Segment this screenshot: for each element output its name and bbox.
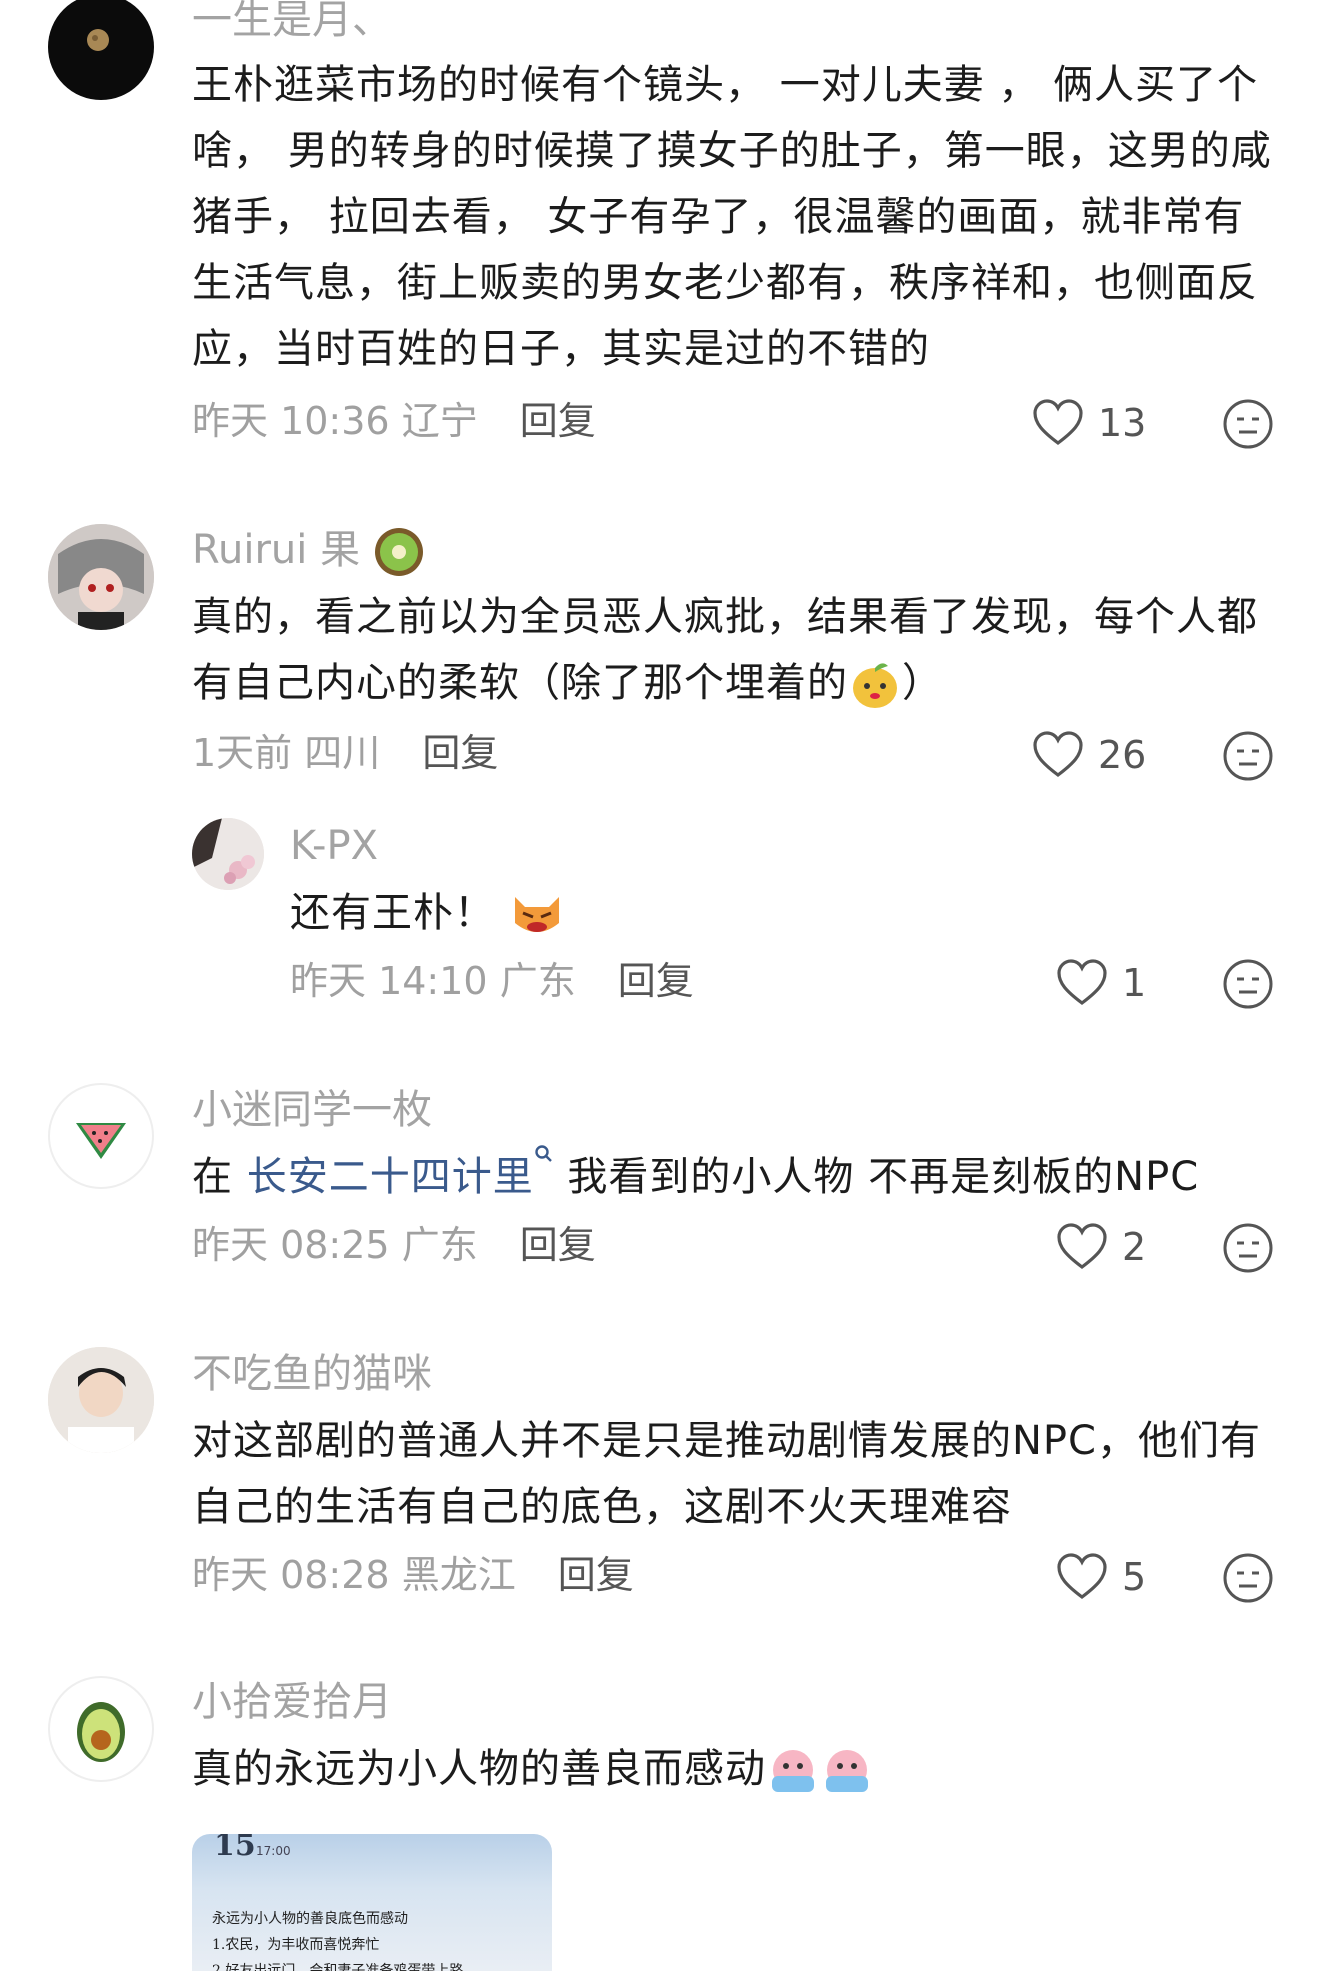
reply-button[interactable]: 回复 — [618, 959, 694, 1003]
comment-location: 辽宁 — [401, 399, 478, 443]
kiwi-icon — [374, 528, 423, 576]
like-button[interactable]: 2 — [1056, 1222, 1146, 1272]
image-time: 17:00 — [256, 1844, 291, 1858]
image-date: 15 — [214, 1834, 256, 1863]
comment-text: 在 长安二十四计里 我看到的小人物 不再是刻板的NPC — [192, 1144, 1292, 1210]
like-button[interactable]: 26 — [1032, 730, 1146, 780]
search-link[interactable]: 长安二十四计里 — [247, 1145, 554, 1200]
heart-icon — [1057, 959, 1107, 1006]
like-count: 1 — [1122, 961, 1147, 1005]
heart-icon — [1033, 731, 1083, 778]
username[interactable]: K-PX — [290, 820, 378, 872]
comment-location: 广东 — [499, 959, 576, 1003]
comment-location: 黑龙江 — [401, 1553, 516, 1597]
avatar[interactable] — [192, 818, 264, 890]
reply-button[interactable]: 回复 — [520, 1223, 596, 1267]
comment-time: 昨天 08:28 — [192, 1553, 390, 1597]
username[interactable]: 小拾爱拾月 — [192, 1676, 392, 1728]
username[interactable]: Ruirui 果 — [192, 524, 425, 578]
like-count: 13 — [1098, 401, 1147, 445]
comment-text: 王朴逛菜市场的时候有个镜头， 一对儿夫妻 ， 俩人买了个啥， 男的转身的时候摸了… — [192, 62, 1272, 372]
comment-meta: 昨天 14:10 广东 回复 — [290, 956, 694, 1006]
heart-icon — [1057, 1223, 1107, 1270]
image-text-line: 2.好友出远门，会和妻子准备鸡蛋带上路 — [212, 1963, 464, 1971]
peach-face-icon — [853, 663, 897, 708]
crying-pig-icon — [826, 1750, 868, 1792]
like-count: 26 — [1098, 733, 1147, 777]
avatar[interactable] — [48, 1083, 154, 1189]
reply-button[interactable]: 回复 — [558, 1553, 634, 1597]
comment-location: 四川 — [304, 731, 381, 775]
dislike-face-icon[interactable] — [1222, 1552, 1274, 1604]
comment-image[interactable]: 15 17:00 永远为小人物的善良底色而感动 1.农民，为丰收而喜悦奔忙 2.… — [192, 1834, 552, 1971]
comment-location: 广东 — [401, 1223, 478, 1267]
comment-text: 还有王朴！ — [290, 880, 1190, 946]
avatar[interactable] — [48, 524, 154, 630]
like-button[interactable]: 1 — [1056, 958, 1146, 1008]
dislike-face-icon[interactable] — [1222, 730, 1274, 782]
dislike-face-icon[interactable] — [1222, 958, 1274, 1010]
avatar[interactable] — [48, 0, 154, 100]
comment-meta: 昨天 10:36 辽宁 回复 — [192, 396, 596, 446]
crying-pig-icon — [772, 1750, 814, 1792]
search-icon — [535, 1145, 552, 1162]
heart-icon — [1057, 1553, 1107, 1600]
angry-cat-icon — [514, 897, 559, 932]
username[interactable]: 小迷同学一枚 — [192, 1084, 432, 1136]
comment-meta: 昨天 08:25 广东 回复 — [192, 1220, 596, 1270]
username[interactable]: 不吃鱼的猫咪 — [192, 1348, 432, 1400]
like-button[interactable]: 5 — [1056, 1552, 1146, 1602]
heart-icon — [1033, 399, 1083, 446]
comment-time: 昨天 08:25 — [192, 1223, 390, 1267]
image-text-line: 1.农民，为丰收而喜悦奔忙 — [212, 1937, 380, 1953]
like-count: 5 — [1122, 1555, 1147, 1599]
username[interactable]: 一生是月、 — [192, 0, 392, 46]
like-count: 2 — [1122, 1225, 1147, 1269]
reply-button[interactable]: 回复 — [422, 731, 498, 775]
image-text-line: 永远为小人物的善良底色而感动 — [212, 1911, 408, 1927]
avatar[interactable] — [48, 1676, 154, 1782]
dislike-face-icon[interactable] — [1222, 398, 1274, 450]
comment-meta: 昨天 08:28 黑龙江 回复 — [192, 1550, 634, 1600]
comment-text: 真的永远为小人物的善良而感动 — [192, 1736, 1282, 1802]
comment-time: 1天前 — [192, 731, 293, 775]
comment-meta: 1天前 四川 回复 — [192, 728, 498, 778]
like-button[interactable]: 13 — [1032, 398, 1146, 448]
comment-time: 昨天 10:36 — [192, 399, 390, 443]
comment-time: 昨天 14:10 — [290, 959, 488, 1003]
dislike-face-icon[interactable] — [1222, 1222, 1274, 1274]
reply-button[interactable]: 回复 — [520, 399, 596, 443]
comment-text: 真的，看之前以为全员恶人疯批，结果看了发现，每个人都有自己内心的柔软（除了那个埋… — [192, 584, 1282, 716]
comment-text: 对这部剧的普通人并不是只是推动剧情发展的NPC，他们有自己的生活有自己的底色，这… — [192, 1418, 1261, 1530]
avatar[interactable] — [48, 1347, 154, 1453]
